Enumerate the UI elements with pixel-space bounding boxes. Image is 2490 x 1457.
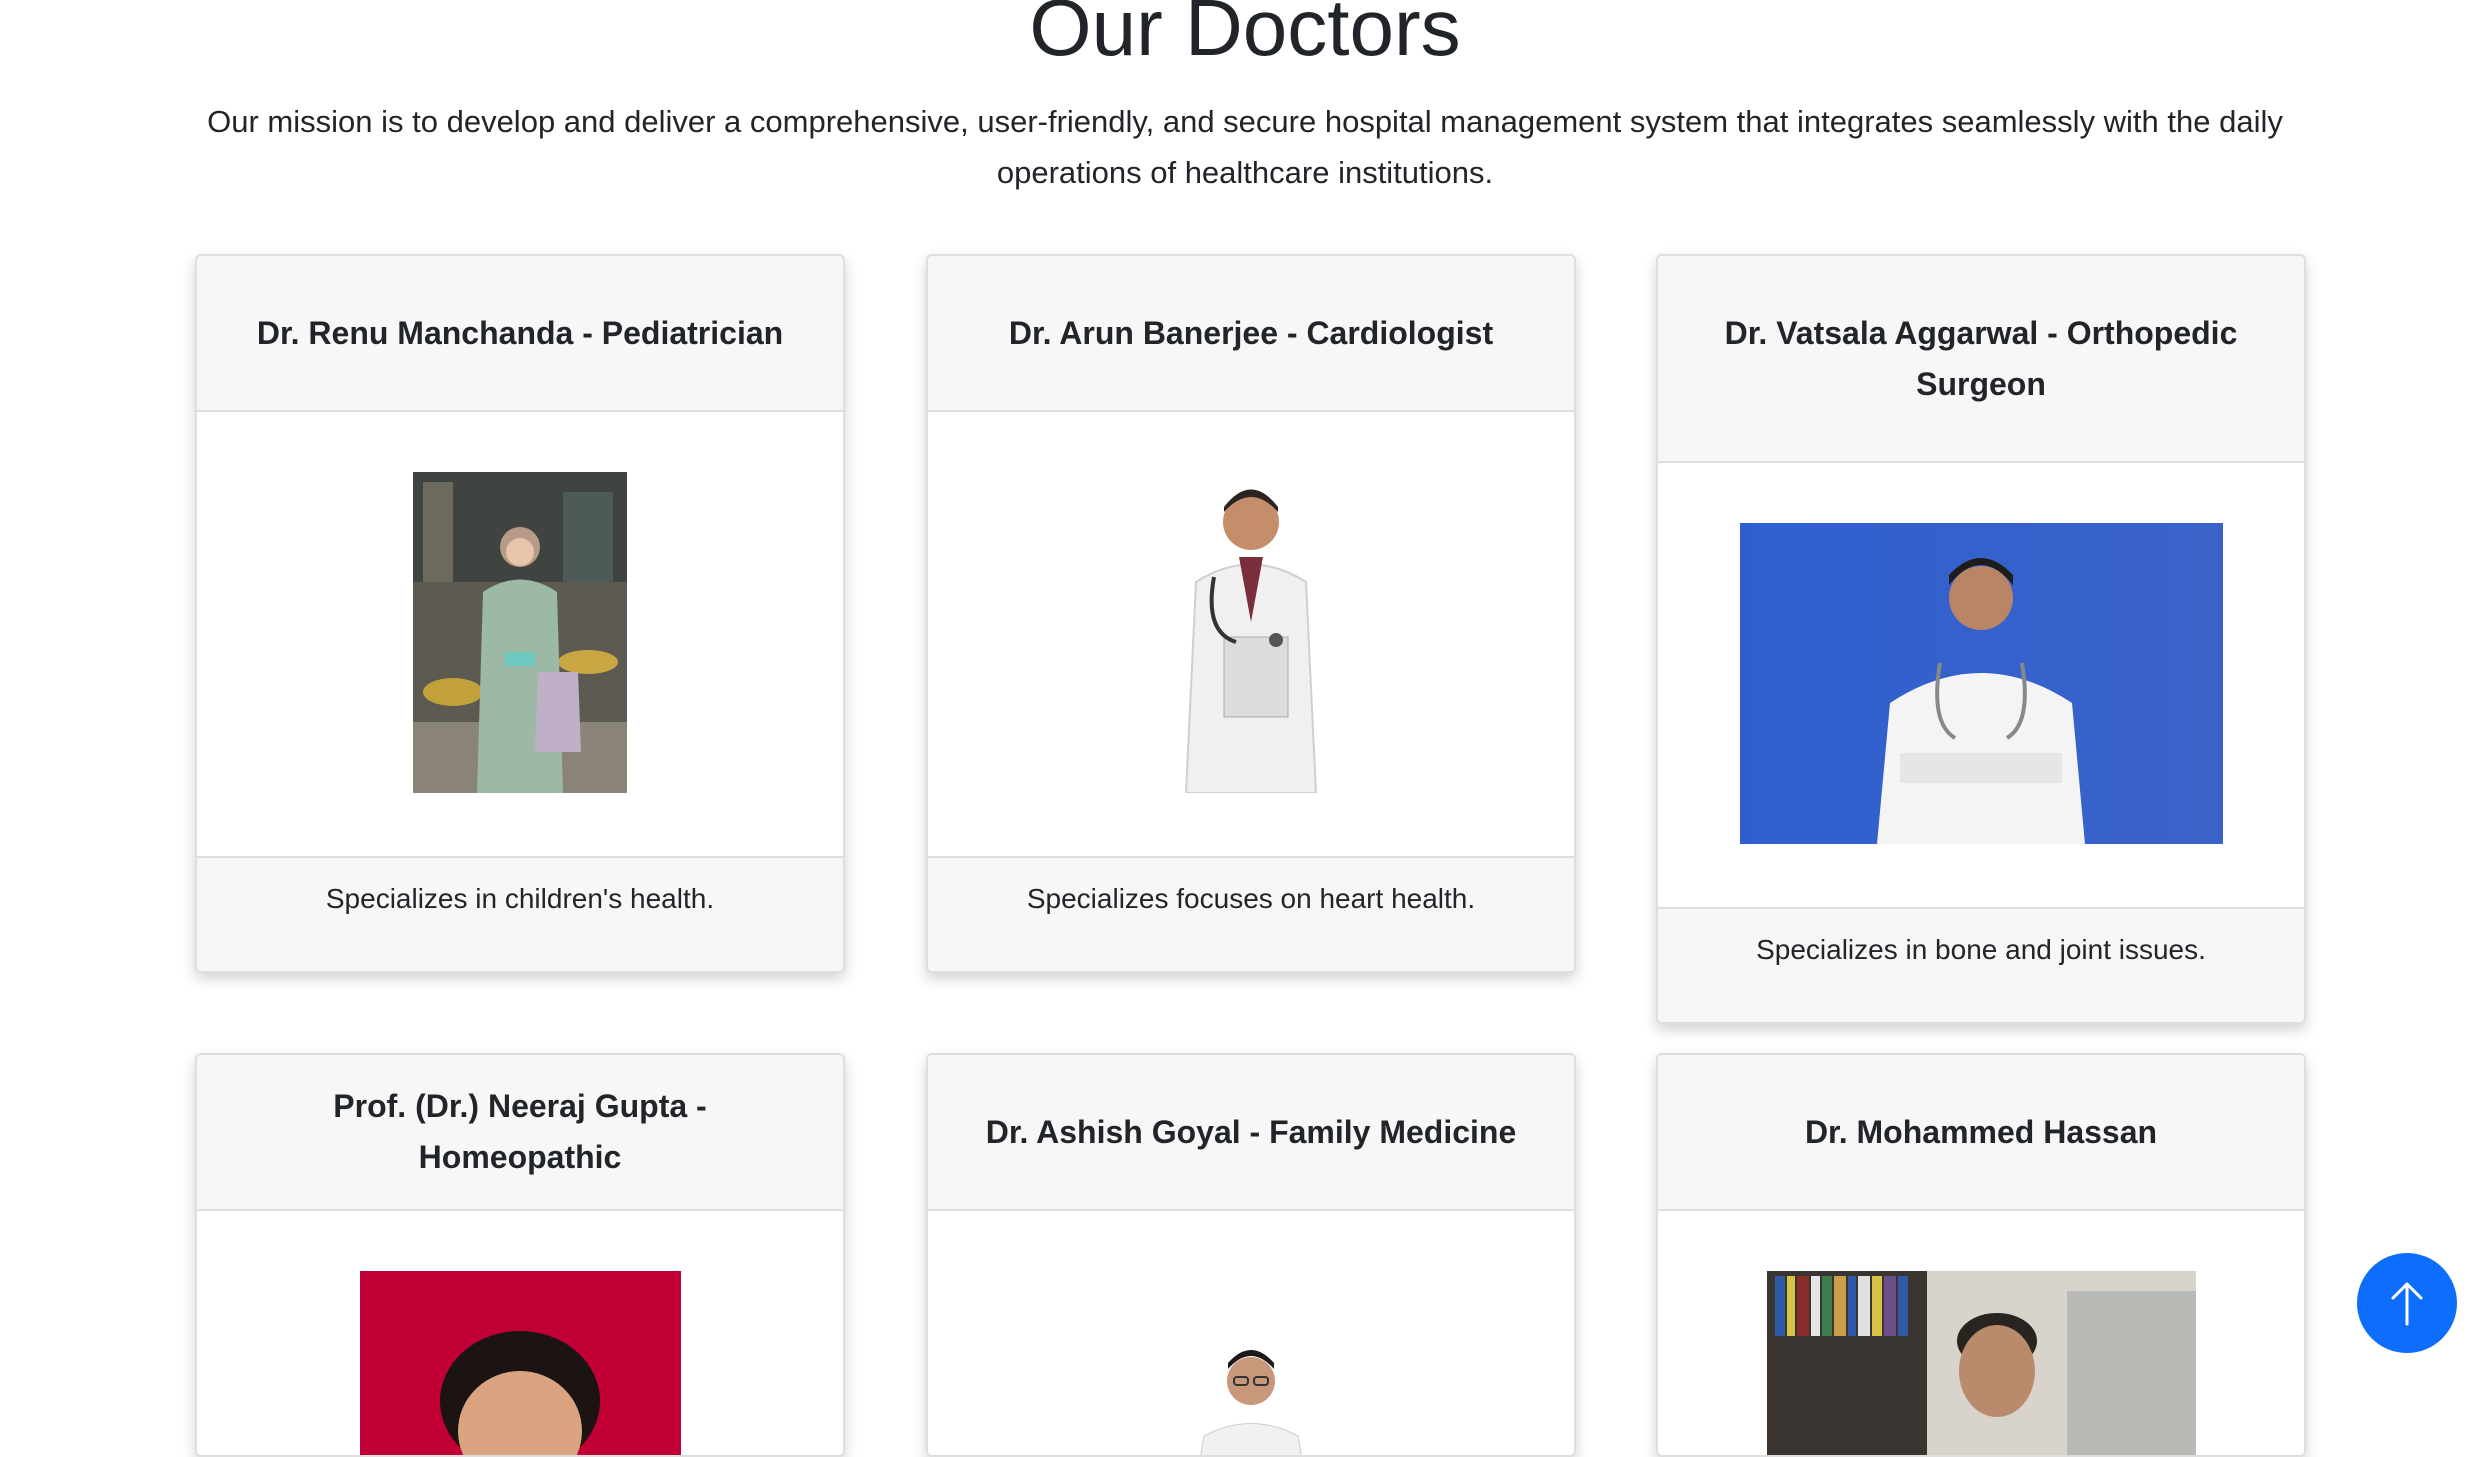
doctor-photo: [1766, 1271, 2196, 1455]
arrow-up-icon: [2391, 1282, 2423, 1326]
doctor-photo-area: [197, 1211, 843, 1455]
mission-statement: Our mission is to develop and deliver a …: [207, 104, 2283, 190]
doctor-photo-area: [1658, 1211, 2304, 1455]
doctor-name: Dr. Renu Manchanda - Pediatrician: [197, 256, 843, 412]
doctor-name: Dr. Vatsala Aggarwal - Orthopedic Surgeo…: [1658, 256, 2304, 463]
doctor-photo-area: [928, 412, 1574, 856]
doctor-photo: [1739, 523, 2223, 844]
page-title: Our Doctors: [1029, 0, 1461, 72]
doctor-name: Dr. Ashish Goyal - Family Medicine: [928, 1055, 1574, 1211]
doctor-photo: [1144, 1271, 1358, 1455]
doctor-card: Dr. Ashish Goyal - Family Medicine: [926, 1053, 1576, 1457]
doctor-photo-area: [928, 1211, 1574, 1455]
doctor-photo-area: [1658, 463, 2304, 907]
doctor-name: Dr. Arun Banerjee - Cardiologist: [928, 256, 1574, 412]
doctor-photo: [1144, 472, 1358, 793]
doctor-description: Specializes in bone and joint issues.: [1658, 907, 2304, 1022]
doctor-card: Dr. Renu Manchanda - Pediatrician Specia…: [195, 254, 845, 973]
doctor-photo-area: [197, 412, 843, 856]
doctor-card: Dr. Vatsala Aggarwal - Orthopedic Surgeo…: [1656, 254, 2306, 1024]
doctor-name: Dr. Mohammed Hassan: [1658, 1055, 2304, 1211]
doctor-name: Prof. (Dr.) Neeraj Gupta - Homeopathic: [197, 1055, 843, 1211]
doctor-description: Specializes in children's health.: [197, 856, 843, 971]
doctor-description: Specializes focuses on heart health.: [928, 856, 1574, 971]
doctor-photo: [413, 472, 627, 793]
scroll-to-top-button[interactable]: [2357, 1253, 2457, 1353]
doctor-photo: [359, 1271, 681, 1455]
doctor-card: Prof. (Dr.) Neeraj Gupta - Homeopathic: [195, 1053, 845, 1457]
doctor-card: Dr. Mohammed Hassan: [1656, 1053, 2306, 1457]
doctor-card: Dr. Arun Banerjee - Cardiologist Special…: [926, 254, 1576, 973]
